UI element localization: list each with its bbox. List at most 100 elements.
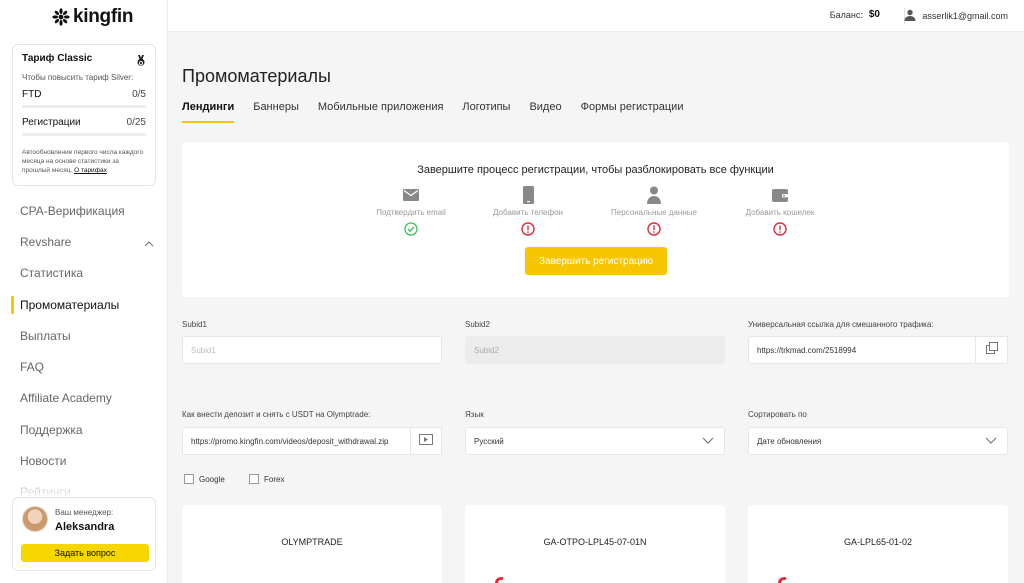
copy-link-button[interactable] bbox=[975, 336, 1008, 364]
step-label: Добавить телефон bbox=[493, 208, 563, 217]
sort-select[interactable]: Дате обновления bbox=[748, 427, 1008, 455]
sidebar-item-label: CPA-Верификация bbox=[20, 203, 125, 218]
topbar: Баланс: $0 asserlik1@gmail.com bbox=[168, 0, 1024, 32]
ftd-metric: FTD 0/5 bbox=[22, 89, 146, 100]
tariff-subtitle: Чтобы повысить тариф Silver: bbox=[22, 73, 134, 82]
checkbox-box[interactable] bbox=[184, 474, 194, 484]
envelope-icon bbox=[351, 186, 471, 204]
registrations-metric: Регистрации 0/25 bbox=[22, 117, 146, 128]
sidebar-item-support[interactable]: Поддержка bbox=[0, 414, 168, 445]
forex-checkbox[interactable]: Forex bbox=[249, 474, 284, 484]
step-add-wallet: Добавить кошелек bbox=[720, 186, 840, 236]
tariff-card: Тариф Classic Чтобы повысить тариф Silve… bbox=[12, 44, 156, 186]
sidebar-item-faq[interactable]: FAQ bbox=[0, 351, 168, 382]
chevron-down-icon bbox=[985, 437, 997, 447]
language-label: Язык bbox=[465, 410, 484, 419]
manager-card: Ваш менеджер: Aleksandra Задать вопрос bbox=[12, 497, 156, 571]
registration-title: Завершите процесс регистрации, чтобы раз… bbox=[417, 164, 774, 176]
phone-icon bbox=[468, 186, 588, 204]
logo-text: kingfin bbox=[73, 6, 134, 27]
deposit-video-label: Как внести депозит и снять с USDT на Oly… bbox=[182, 410, 371, 419]
sort-label: Сортировать по bbox=[748, 410, 807, 419]
tab-logos[interactable]: Логотипы bbox=[462, 101, 510, 123]
ask-question-button[interactable]: Задать вопрос bbox=[21, 544, 149, 562]
landing-card[interactable]: GA-OTPO-LPL45-07-01N bbox=[465, 505, 725, 583]
sidebar-item-revshare[interactable]: Revshare bbox=[0, 226, 168, 257]
deposit-video-value: https://promo.kingfin.com/videos/deposit… bbox=[191, 436, 389, 446]
balance-label: Баланс: bbox=[829, 9, 863, 20]
balance: Баланс: $0 bbox=[830, 9, 880, 20]
play-video-button[interactable] bbox=[410, 427, 442, 455]
tab-video[interactable]: Видео bbox=[529, 101, 561, 123]
registration-panel: Завершите процесс регистрации, чтобы раз… bbox=[182, 142, 1009, 297]
subid2-label: Subid2 bbox=[465, 320, 490, 329]
tariff-note: Автообновление первого числа каждого мес… bbox=[22, 148, 146, 175]
registrations-label: Регистрации bbox=[22, 117, 81, 128]
sidebar-item-academy[interactable]: Affiliate Academy bbox=[0, 383, 168, 414]
landing-card[interactable]: GA-LPL65-01-02 bbox=[748, 505, 1008, 583]
subid2-input[interactable]: Subid2 bbox=[465, 336, 725, 364]
sidebar-item-label: Affiliate Academy bbox=[20, 391, 112, 406]
sidebar-item-payouts[interactable]: Выплаты bbox=[0, 320, 168, 351]
deposit-video-field[interactable]: https://promo.kingfin.com/videos/deposit… bbox=[182, 427, 411, 455]
medal-icon bbox=[136, 54, 146, 72]
universal-link-field[interactable]: https://trkmad.com/2518994 bbox=[748, 336, 976, 364]
google-checkbox[interactable]: Google bbox=[184, 474, 225, 484]
subid1-label: Subid1 bbox=[182, 320, 207, 329]
step-label: Подтвердить email bbox=[376, 208, 446, 217]
sidebar-item-label: Промоматериалы bbox=[20, 297, 120, 312]
warning-icon bbox=[720, 222, 840, 236]
promo-tabs: Лендинги Баннеры Мобильные приложения Ло… bbox=[182, 101, 683, 123]
tariff-title: Тариф Classic bbox=[22, 53, 93, 64]
universal-link-value: https://trkmad.com/2518994 bbox=[757, 345, 857, 355]
language-select[interactable]: Русский bbox=[465, 427, 725, 455]
tab-banners[interactable]: Баннеры bbox=[253, 101, 299, 123]
finish-registration-button[interactable]: Завершить регистрацию bbox=[525, 247, 667, 275]
warning-icon bbox=[594, 222, 714, 236]
sidebar-item-cpa-verification[interactable]: CPA-Верификация bbox=[0, 195, 168, 226]
tab-mobile-apps[interactable]: Мобильные приложения bbox=[318, 101, 444, 123]
check-circle-icon bbox=[351, 222, 471, 236]
wallet-icon bbox=[720, 186, 840, 204]
step-label: Добавить кошелек bbox=[745, 208, 815, 217]
sidebar-item-label: Revshare bbox=[20, 234, 72, 249]
ftd-progress-bar bbox=[22, 105, 146, 108]
sidebar-item-label: Выплаты bbox=[20, 328, 71, 343]
registrations-progress-bar bbox=[22, 133, 146, 136]
checkbox-label: Google bbox=[199, 474, 225, 484]
user-email: asserlik1@gmail.com bbox=[922, 11, 1008, 21]
logo[interactable]: kingfin bbox=[52, 6, 133, 28]
language-value: Русский bbox=[474, 436, 504, 446]
sidebar-item-statistics[interactable]: Статистика bbox=[0, 258, 168, 289]
manager-label: Ваш менеджер: bbox=[55, 508, 114, 517]
landing-card-title: GA-LPL65-01-02 bbox=[843, 537, 913, 547]
universal-link-label: Универсальная ссылка для смешанного траф… bbox=[748, 320, 934, 329]
tariff-link[interactable]: О тарифах bbox=[74, 167, 107, 174]
ftd-label: FTD bbox=[22, 89, 42, 100]
sidebar-item-label: Статистика bbox=[20, 266, 84, 281]
card-preview-mark bbox=[776, 575, 792, 583]
sidebar-nav: CPA-Верификация Revshare Статистика Пром… bbox=[0, 195, 168, 508]
subid1-input[interactable]: Subid1 bbox=[182, 336, 442, 364]
sidebar-item-news[interactable]: Новости bbox=[0, 445, 168, 476]
checkbox-label: Forex bbox=[264, 474, 285, 484]
kingfin-logo-icon bbox=[52, 8, 70, 26]
sidebar: kingfin Тариф Classic Чтобы повысить тар… bbox=[0, 0, 168, 583]
checkbox-box[interactable] bbox=[249, 474, 259, 484]
chevron-down-icon bbox=[702, 437, 714, 447]
sidebar-item-label: Новости bbox=[20, 454, 67, 469]
chevron-up-icon bbox=[144, 236, 154, 250]
ftd-value: 0/5 bbox=[132, 89, 146, 100]
sort-value: Дате обновления bbox=[757, 436, 822, 446]
sidebar-item-label: FAQ bbox=[20, 360, 45, 375]
user-menu[interactable]: asserlik1@gmail.com bbox=[904, 9, 1008, 23]
sidebar-item-promo[interactable]: Промоматериалы bbox=[0, 289, 168, 320]
tab-registration-forms[interactable]: Формы регистрации bbox=[581, 101, 684, 123]
step-confirm-email: Подтвердить email bbox=[351, 186, 471, 236]
step-add-phone: Добавить телефон bbox=[468, 186, 588, 236]
landing-card[interactable]: OLYMPTRADE bbox=[182, 505, 442, 583]
tab-landings[interactable]: Лендинги bbox=[182, 101, 235, 123]
user-icon bbox=[594, 186, 714, 204]
sidebar-item-label: Поддержка bbox=[20, 422, 83, 437]
video-icon bbox=[419, 432, 433, 450]
